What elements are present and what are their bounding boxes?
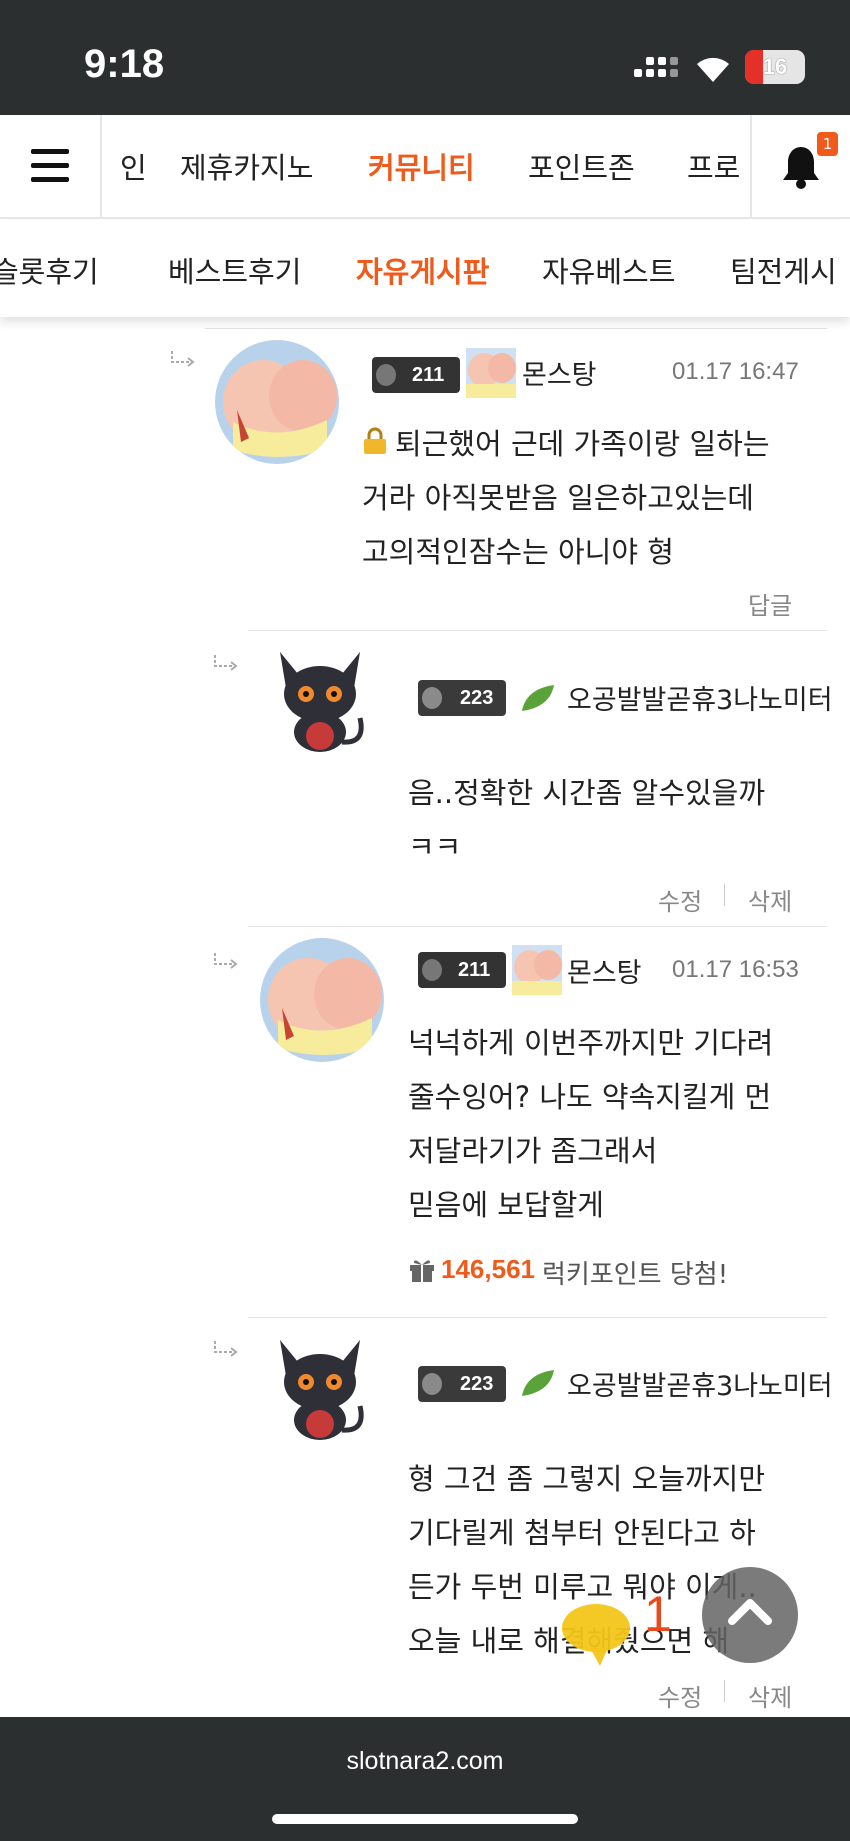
comment-author[interactable]: 오공발발곧휴3나노미터 bbox=[567, 678, 833, 717]
reply-arrow-icon bbox=[171, 351, 195, 367]
avatar[interactable] bbox=[260, 938, 384, 1062]
comment-date: 01.17 16:53 bbox=[672, 956, 799, 983]
level-number: 211 bbox=[412, 364, 445, 386]
nav-tab-next[interactable]: 프로 bbox=[687, 145, 740, 187]
leaf-icon bbox=[522, 685, 554, 711]
reply-button[interactable]: 답글 bbox=[748, 586, 792, 621]
level-badge: 211 bbox=[418, 952, 506, 988]
gift-icon bbox=[410, 1260, 434, 1282]
subtab-free-best[interactable]: 자유베스트 bbox=[542, 249, 675, 291]
home-indicator[interactable] bbox=[272, 1814, 578, 1824]
chat-count: 1 bbox=[644, 1586, 672, 1642]
avatar-image bbox=[223, 360, 337, 457]
avatar[interactable] bbox=[270, 1336, 370, 1444]
comment-text-line: 퇴근했어 근데 가족이랑 일하는 bbox=[395, 427, 770, 461]
comment-author[interactable]: 오공발발곧휴3나노미터 bbox=[567, 1364, 833, 1403]
status-bar: 9:18 16 bbox=[0, 0, 850, 115]
level-number: 211 bbox=[458, 959, 491, 981]
reply-arrow-icon bbox=[214, 1341, 238, 1357]
chevron-up-icon bbox=[728, 1599, 772, 1625]
avatar[interactable] bbox=[215, 340, 339, 464]
comment-text-line: 기다릴게 첨부터 안된다고 하 bbox=[408, 1516, 756, 1550]
lucky-point-amount: 146,561 bbox=[441, 1254, 535, 1284]
level-badge: 223 bbox=[418, 680, 506, 716]
nav-tab-community[interactable]: 커뮤니티 bbox=[368, 145, 475, 187]
level-number: 223 bbox=[460, 687, 494, 709]
avatar[interactable] bbox=[270, 648, 370, 756]
comment-author[interactable]: 몬스탕 bbox=[567, 951, 642, 990]
nav-tab-point-zone[interactable]: 포인트존 bbox=[528, 145, 635, 187]
chat-bubble-icon[interactable] bbox=[560, 1600, 650, 1670]
edit-button[interactable]: 수정 bbox=[658, 1678, 702, 1713]
scroll-top-button[interactable] bbox=[702, 1567, 798, 1663]
page-domain: slotnara2.com bbox=[346, 1747, 504, 1775]
delete-button[interactable]: 삭제 bbox=[748, 882, 792, 917]
delete-button[interactable]: 삭제 bbox=[748, 1678, 792, 1713]
browser-url-bar[interactable]: slotnara2.com bbox=[0, 1717, 850, 1841]
comment-text-line: 줄수잉어? 나도 약속지킬게 먼 bbox=[408, 1080, 772, 1114]
comment-text-line: 음..정확한 시간좀 알수있을까 bbox=[408, 776, 766, 810]
status-time: 9:18 bbox=[84, 42, 165, 86]
notification-badge: 1 bbox=[817, 132, 838, 156]
comment-text-line: 고의적인잠수는 아니야 형 bbox=[362, 535, 674, 569]
nav-tab-partner-casino[interactable]: 제휴카지노 bbox=[180, 145, 313, 187]
avatar-image bbox=[268, 958, 382, 1055]
nav-tab-prev[interactable]: 인 bbox=[120, 145, 147, 187]
battery-level: 16 bbox=[762, 54, 788, 79]
comment-author[interactable]: 몬스탕 bbox=[522, 353, 597, 392]
sub-nav: 슬롯후기 베스트후기 자유게시판 자유베스트 팀전게시 bbox=[0, 221, 850, 317]
subtab-team-board[interactable]: 팀전게시 bbox=[730, 249, 837, 291]
reply-arrow-icon bbox=[214, 655, 238, 671]
menu-button[interactable] bbox=[0, 115, 102, 217]
comment-text-line: ㅋㅋ bbox=[408, 830, 462, 864]
subtab-best-review[interactable]: 베스트후기 bbox=[168, 249, 301, 291]
user-mini-avatar bbox=[512, 945, 562, 995]
subtab-free-board[interactable]: 자유게시판 bbox=[356, 249, 489, 291]
battery-icon: 16 bbox=[745, 50, 805, 84]
reply-arrow-icon bbox=[214, 953, 238, 969]
main-nav: 인 제휴카지노 커뮤니티 포인트존 프로 bbox=[0, 115, 850, 219]
comment-text-line: 믿음에 보답할게 bbox=[408, 1188, 604, 1222]
wifi-icon bbox=[697, 57, 729, 82]
bell-icon bbox=[783, 147, 819, 189]
comment-date: 01.17 16:47 bbox=[672, 358, 799, 385]
user-mini-avatar bbox=[466, 348, 516, 398]
level-number: 223 bbox=[460, 1373, 494, 1395]
lucky-point-text: 럭키포인트 당첨! bbox=[542, 1260, 729, 1290]
edit-button[interactable]: 수정 bbox=[658, 882, 702, 917]
level-badge: 211 bbox=[372, 357, 460, 393]
comment-text-line: 거라 아직못받음 일은하고있는데 bbox=[362, 481, 754, 515]
notification-button[interactable] bbox=[750, 115, 850, 217]
comment-text-line: 저달라기가 좀그래서 bbox=[408, 1134, 658, 1168]
nav-tabs: 인 제휴카지노 커뮤니티 포인트존 프로 bbox=[102, 115, 750, 217]
leaf-icon bbox=[522, 1370, 554, 1396]
lock-icon bbox=[364, 427, 386, 454]
comment-text-line: 넉넉하게 이번주까지만 기다려 bbox=[408, 1026, 774, 1060]
level-badge: 223 bbox=[418, 1366, 506, 1402]
subtab-slot-review[interactable]: 슬롯후기 bbox=[0, 249, 99, 291]
cellular-signal-icon bbox=[634, 55, 678, 83]
comment-text-line: 형 그건 좀 그렇지 오늘까지만 bbox=[408, 1462, 766, 1496]
